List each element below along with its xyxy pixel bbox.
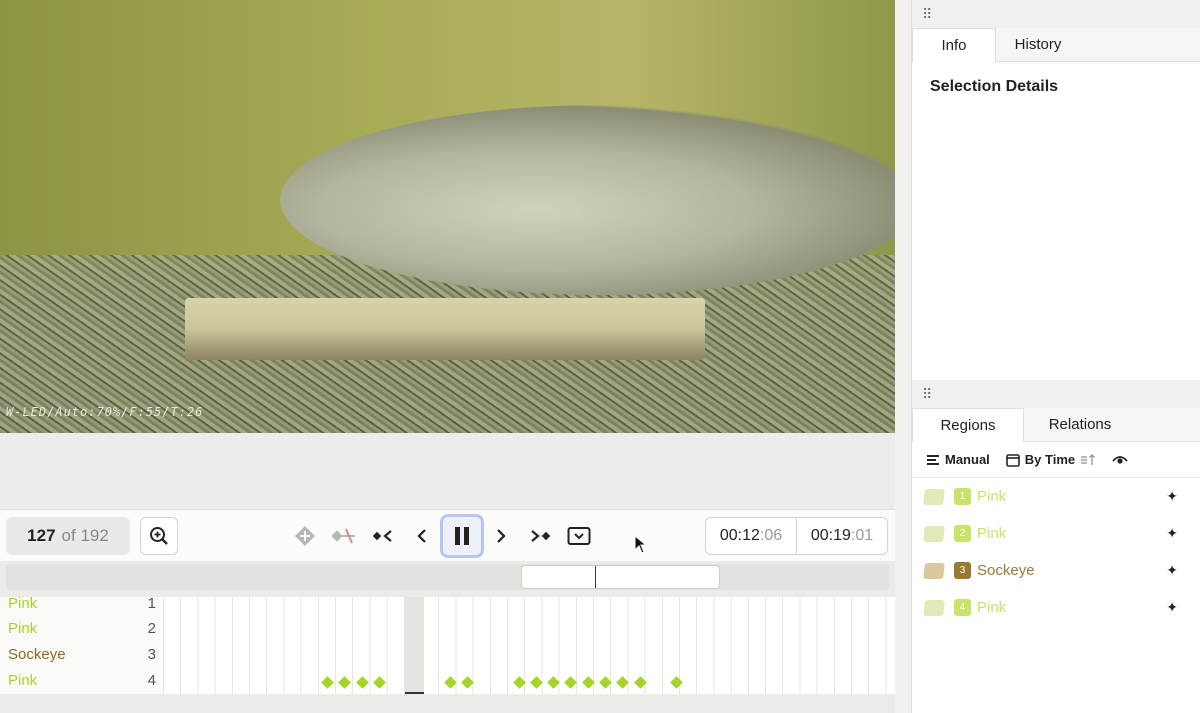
scrubber-window[interactable] [521, 565, 720, 589]
timeline-tracks: Pink 1 Pink 2 Sockeye 3 Pink 4 [0, 595, 895, 694]
region-thumbnail [923, 525, 945, 542]
total-time-frac: :01 [850, 527, 874, 544]
playhead[interactable] [405, 597, 424, 694]
track-labels: Pink 1 Pink 2 Sockeye 3 Pink 4 [0, 595, 163, 694]
prev-frame-button[interactable] [406, 520, 438, 552]
tab-regions[interactable]: Regions [912, 408, 1024, 442]
scrubber-cursor[interactable] [595, 566, 596, 588]
camera-osd-text: W-LED/Auto:70%/F:55/T:26 [6, 405, 204, 419]
sort-by-time-label: By Time [1024, 452, 1076, 467]
zoom-button[interactable] [140, 517, 178, 555]
region-thumbnail [923, 488, 945, 505]
track-label-row[interactable]: Pink 2 [8, 615, 156, 641]
region-label: Pink [977, 525, 1007, 542]
next-keyframe-icon [531, 530, 551, 542]
region-label: Pink [977, 488, 1007, 505]
sort-by-time-button[interactable]: By Time [1005, 452, 1096, 467]
collapse-timeline-icon [567, 527, 591, 545]
pause-icon [455, 527, 469, 545]
sparkle-icon[interactable]: ✦ [1166, 525, 1178, 542]
sort-manual-label: Manual [945, 452, 990, 467]
region-thumbnail [923, 599, 945, 616]
sparkle-icon[interactable]: ✦ [1166, 488, 1178, 505]
interpolation-off-icon [331, 528, 355, 544]
next-keyframe-button[interactable] [524, 520, 556, 552]
video-spacer [0, 433, 895, 509]
frame-total: of 192 [61, 526, 109, 545]
list-icon [927, 454, 939, 465]
panel-drag-handle[interactable]: ⠿ [912, 0, 1200, 28]
timeline-toggle-button[interactable] [563, 520, 595, 552]
tab-relations[interactable]: Relations [1024, 408, 1136, 441]
next-frame-button[interactable] [485, 520, 517, 552]
time-display: 00:12:06 00:19:01 [705, 517, 888, 555]
frame-current: 127 [27, 526, 56, 545]
chevron-right-icon [497, 529, 506, 543]
region-label: Sockeye [977, 562, 1035, 579]
eye-icon [1112, 455, 1128, 464]
track-label-row[interactable]: Pink 4 [8, 667, 156, 693]
track-label: Pink [8, 619, 38, 637]
region-label: Pink [977, 599, 1007, 616]
sparkle-icon[interactable]: ✦ [1166, 562, 1178, 579]
info-tabs: Info History [912, 28, 1200, 62]
track-label-row[interactable]: Sockeye 3 [8, 641, 156, 667]
interpolation-toggle-button[interactable] [328, 520, 360, 552]
track-label: Pink [8, 671, 38, 689]
mouse-cursor-icon [634, 535, 648, 554]
visibility-toggle-button[interactable] [1112, 454, 1128, 466]
chevron-left-icon [417, 529, 426, 543]
region-item[interactable]: 3 Sockeye ✦ [912, 552, 1200, 589]
panel-drag-handle-2[interactable]: ⠿ [912, 380, 1200, 408]
total-time: 00:19:01 [796, 518, 887, 554]
playback-controls: 127 of 192 00:12:06 00:19:01 [0, 509, 895, 561]
info-panel: Selection Details [912, 62, 1200, 380]
region-index: 1 [954, 488, 971, 505]
track-label-row[interactable]: Pink 1 [8, 590, 156, 616]
region-item[interactable]: 1 Pink ✦ [912, 478, 1200, 515]
current-time-frac: :06 [759, 527, 783, 544]
sort-manual-button[interactable]: Manual [926, 452, 990, 467]
salmon-image [280, 105, 895, 295]
current-time-main: 00:12 [719, 527, 760, 544]
frame-counter[interactable]: 127 of 192 [6, 517, 130, 555]
track-number: 1 [147, 594, 156, 612]
prev-keyframe-button[interactable] [367, 520, 399, 552]
region-item[interactable]: 4 Pink ✦ [912, 589, 1200, 626]
frame-grid[interactable] [163, 597, 893, 694]
tab-info[interactable]: Info [912, 28, 996, 62]
region-thumbnail [923, 562, 945, 579]
calendar-icon [1005, 453, 1020, 467]
track-label: Pink [8, 594, 38, 612]
sort-ascending-icon [1081, 453, 1096, 465]
timeline-scrubber[interactable] [6, 564, 889, 590]
add-keyframe-button[interactable] [289, 520, 321, 552]
track-number: 4 [147, 671, 156, 689]
region-tabs: Regions Relations [912, 408, 1200, 442]
regions-toolbar: Manual By Time [912, 442, 1200, 478]
video-plate [185, 298, 705, 360]
region-index: 4 [954, 599, 971, 616]
region-index: 2 [954, 525, 971, 542]
zoom-in-icon [150, 527, 168, 545]
selection-details-title: Selection Details [930, 78, 1059, 95]
track-number: 2 [147, 619, 156, 637]
region-item[interactable]: 2 Pink ✦ [912, 515, 1200, 552]
video-frame[interactable]: W-LED/Auto:70%/F:55/T:26 [0, 0, 895, 433]
track-label: Sockeye [8, 645, 66, 663]
pause-button[interactable] [440, 514, 484, 558]
video-annotation-area: W-LED/Auto:70%/F:55/T:26 127 of 192 00:1… [0, 0, 895, 713]
side-panel: ⠿ Info History Selection Details ⠿ Regio… [911, 0, 1200, 713]
sparkle-icon[interactable]: ✦ [1166, 599, 1178, 616]
tab-history[interactable]: History [996, 28, 1080, 61]
track-number: 3 [147, 645, 156, 663]
prev-keyframe-icon [372, 530, 392, 542]
total-time-main: 00:19 [810, 527, 851, 544]
region-index: 3 [954, 562, 971, 579]
add-keyframe-icon [295, 526, 315, 546]
current-time[interactable]: 00:12:06 [706, 518, 796, 554]
